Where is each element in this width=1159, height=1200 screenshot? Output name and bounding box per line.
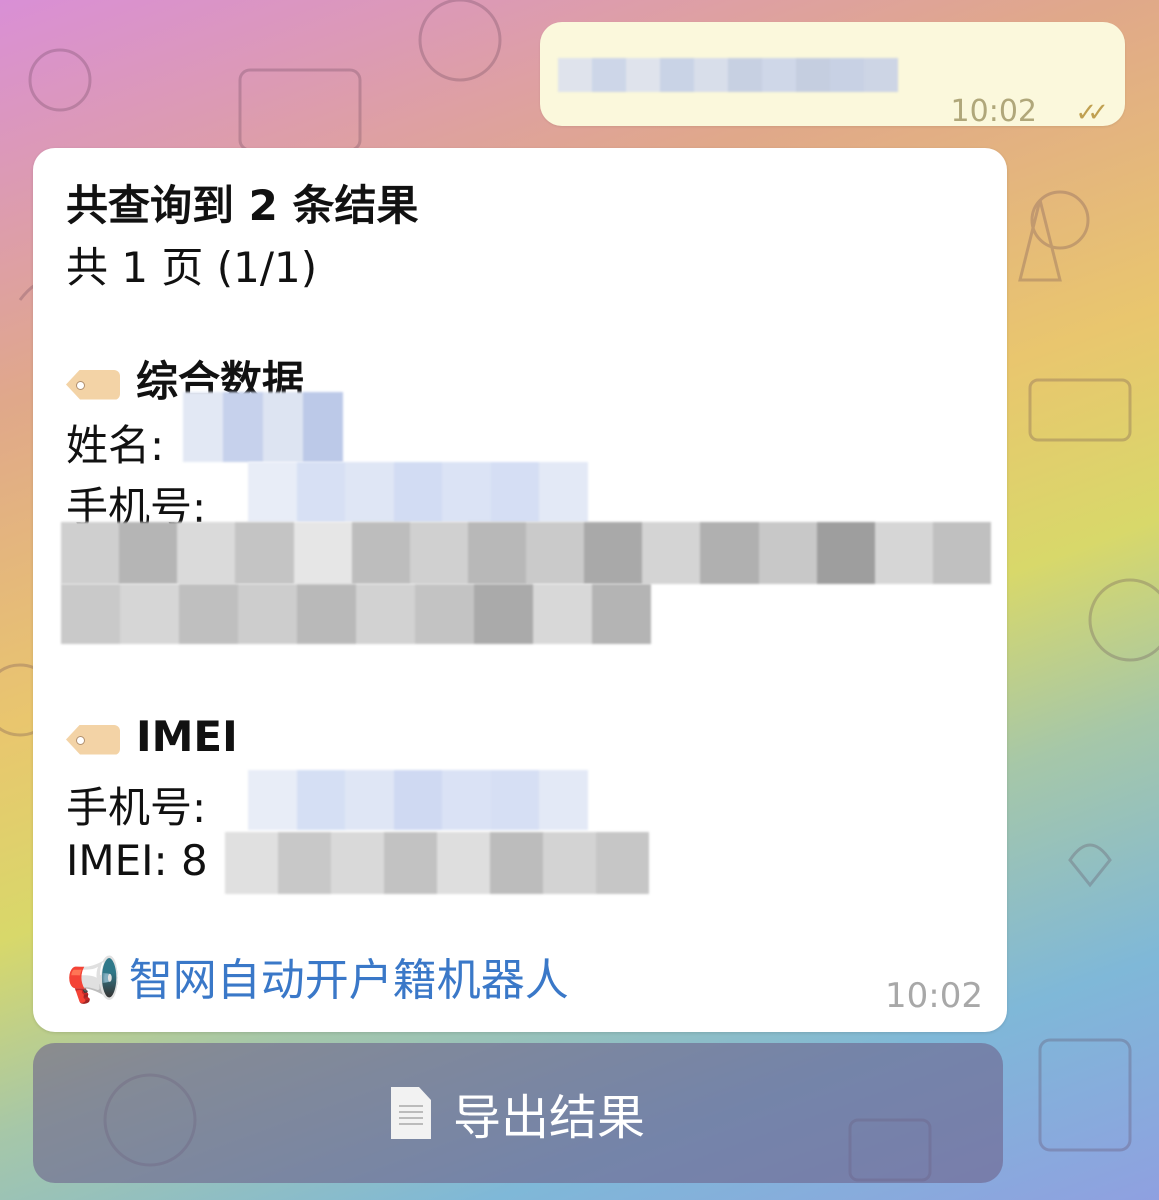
redacted-address-line2: [61, 584, 651, 644]
message-time: 10:02: [885, 976, 983, 1016]
redacted-name-value: [183, 392, 343, 462]
imei-phone-field: 手机号:: [66, 783, 207, 832]
redacted-message-text: [558, 58, 898, 92]
export-button-label: 导出结果: [452, 1090, 645, 1146]
bot-link-text[interactable]: 智网自动开户籍机器人: [129, 955, 569, 1006]
outgoing-message-bubble[interactable]: 10:02 ✓✓: [540, 22, 1125, 129]
megaphone-icon: 📢: [66, 955, 121, 1006]
section-title-imei: IMEI: [66, 712, 238, 761]
document-icon: [390, 1087, 431, 1139]
message-time: 10:02: [950, 94, 1037, 129]
imei-field: IMEI: 8: [66, 836, 208, 885]
page-info: 共 1 页 (1/1): [66, 243, 318, 292]
redacted-address-value: [61, 522, 991, 584]
section-title-text: IMEI: [136, 712, 238, 761]
redacted-imei-value: [225, 832, 649, 894]
incoming-message-bubble[interactable]: 共查询到 2 条结果 共 1 页 (1/1) 综合数据 姓名: 手机号: IME…: [33, 148, 1007, 1032]
bot-link[interactable]: 📢 智网自动开户籍机器人: [66, 944, 569, 1008]
result-count-heading: 共查询到 2 条结果: [66, 181, 419, 230]
redacted-imei-phone-value: [248, 770, 589, 830]
redacted-phone-value: [248, 462, 589, 522]
tag-icon: [66, 724, 120, 755]
name-field: 姓名:: [66, 421, 165, 470]
double-check-icon: ✓✓: [1075, 98, 1108, 128]
export-results-button[interactable]: 导出结果: [33, 1043, 1003, 1183]
tag-icon: [66, 369, 120, 400]
